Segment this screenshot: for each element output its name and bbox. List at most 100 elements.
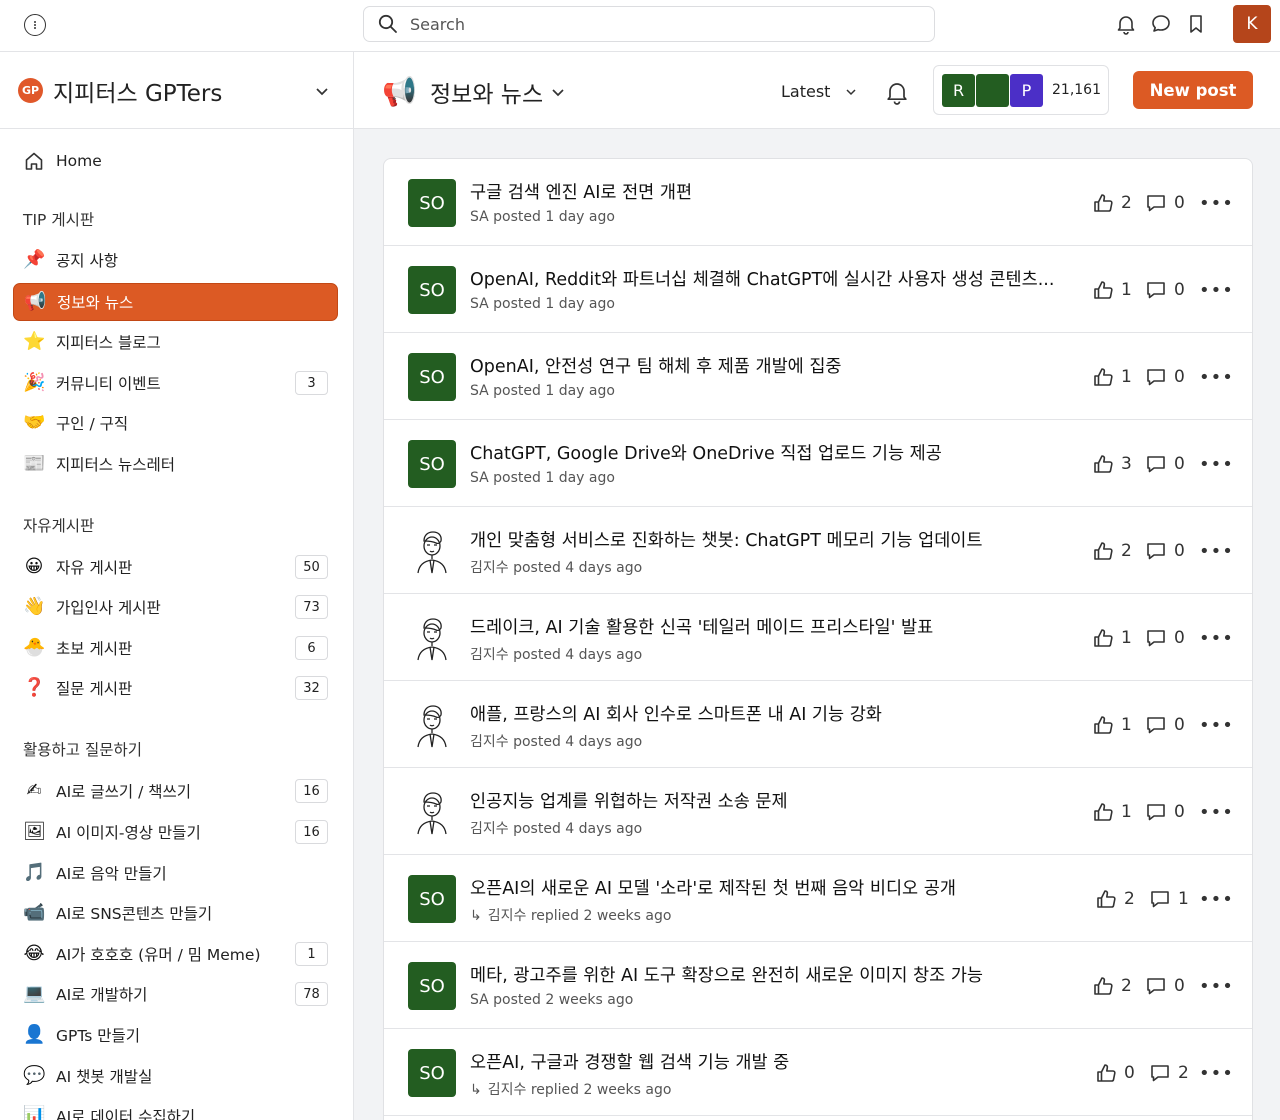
- post-row[interactable]: SO OpenAI, 안전성 연구 팀 해체 후 제품 개발에 집중 SA po…: [384, 333, 1252, 420]
- like-button[interactable]: 1: [1092, 627, 1132, 649]
- notification-bell-icon[interactable]: [1115, 13, 1137, 35]
- author-avatar[interactable]: [408, 701, 456, 749]
- more-options-icon[interactable]: •••: [1199, 193, 1234, 214]
- like-button[interactable]: 2: [1092, 192, 1132, 214]
- post-title[interactable]: OpenAI, 안전성 연구 팀 해체 후 제품 개발에 집중: [470, 353, 1070, 378]
- like-button[interactable]: 2: [1092, 540, 1132, 562]
- post-title[interactable]: 메타, 광고주를 위한 AI 도구 확장으로 완전히 새로운 이미지 창조 가능: [470, 962, 1070, 987]
- community-switcher[interactable]: GP 지피터스 GPTers: [0, 52, 353, 129]
- sidebar-item-news[interactable]: 📢 정보와 뉴스: [13, 283, 338, 321]
- like-button[interactable]: 1: [1092, 714, 1132, 736]
- sidebar-item-notice[interactable]: 📌 공지 사항: [13, 241, 338, 279]
- members-widget[interactable]: R P 21,161: [933, 65, 1109, 115]
- post-title[interactable]: OpenAI, Reddit와 파트너십 체결해 ChatGPT에 실시간 사용…: [470, 266, 1070, 291]
- author-avatar[interactable]: SO: [408, 875, 456, 923]
- comment-button[interactable]: 0: [1145, 714, 1185, 736]
- author-avatar[interactable]: [408, 527, 456, 575]
- post-row[interactable]: 인공지능 업계를 위협하는 저작권 소송 문제 김지수 posted 4 day…: [384, 768, 1252, 855]
- post-title[interactable]: 오픈AI, 구글과 경쟁할 웹 검색 기능 개발 중: [470, 1049, 1070, 1074]
- author-avatar[interactable]: [408, 614, 456, 662]
- sidebar-item-ai-sns[interactable]: 📹 AI로 SNS콘텐츠 만들기: [13, 894, 338, 932]
- comment-button[interactable]: 1: [1149, 888, 1189, 910]
- sidebar-item-free-board[interactable]: 😀 자유 게시판 50: [13, 548, 338, 586]
- more-options-icon[interactable]: •••: [1199, 889, 1234, 910]
- chevron-down-icon[interactable]: [550, 84, 566, 100]
- sidebar-item-ai-humor[interactable]: 😂 AI가 호호호 (유머 / 밈 Meme) 1: [13, 935, 338, 973]
- new-post-button[interactable]: New post: [1133, 71, 1253, 109]
- comment-button[interactable]: 0: [1145, 801, 1185, 823]
- post-row[interactable]: SO 구글 검색 엔진 AI로 전면 개편 SA posted 1 day ag…: [384, 159, 1252, 246]
- post-row[interactable]: SO ChatGPT, Google Drive와 OneDrive 직접 업로…: [384, 420, 1252, 507]
- more-options-icon[interactable]: •••: [1199, 802, 1234, 823]
- author-avatar[interactable]: [408, 788, 456, 836]
- post-title[interactable]: 애플, 프랑스의 AI 회사 인수로 스마트폰 내 AI 기능 강화: [470, 701, 1070, 726]
- sidebar-item-newsletter[interactable]: 📰 지피터스 뉴스레터: [13, 445, 338, 483]
- sidebar-item-data-collection[interactable]: 📊 AI로 데이터 수집하기: [13, 1097, 338, 1120]
- more-options-icon[interactable]: •••: [1199, 541, 1234, 562]
- bookmark-icon[interactable]: [1185, 13, 1207, 35]
- author-avatar[interactable]: SO: [408, 440, 456, 488]
- like-button[interactable]: 3: [1092, 453, 1132, 475]
- sidebar-item-blog[interactable]: ⭐ 지피터스 블로그: [13, 323, 338, 361]
- post-title[interactable]: 인공지능 업계를 위협하는 저작권 소송 문제: [470, 788, 1070, 813]
- author-avatar[interactable]: SO: [408, 1049, 456, 1097]
- comment-button[interactable]: 0: [1145, 540, 1185, 562]
- like-button[interactable]: 2: [1095, 888, 1135, 910]
- comment-button[interactable]: 0: [1145, 453, 1185, 475]
- sidebar-item-jobs[interactable]: 🤝 구인 / 구직: [13, 404, 338, 442]
- sidebar-item-gpts[interactable]: 👤 GPTs 만들기: [13, 1016, 338, 1054]
- sidebar-item-questions[interactable]: ❓ 질문 게시판 32: [13, 669, 338, 707]
- post-title[interactable]: ChatGPT, Google Drive와 OneDrive 직접 업로드 기…: [470, 440, 1070, 465]
- more-options-icon[interactable]: •••: [1199, 280, 1234, 301]
- post-row[interactable]: SO 오픈AI의 새로운 AI 모델 '소라'로 제작된 첫 번째 음악 비디오…: [384, 855, 1252, 942]
- more-options-icon[interactable]: •••: [1199, 628, 1234, 649]
- sidebar-item-home[interactable]: Home: [13, 142, 338, 180]
- sidebar-item-ai-image-video[interactable]: 🖼 AI 이미지-영상 만들기 16: [13, 813, 338, 851]
- sort-dropdown[interactable]: Latest: [781, 82, 830, 101]
- post-row[interactable]: 드레이크, AI 기술 활용한 신곡 '테일러 메이드 프리스타일' 발표 김지…: [384, 594, 1252, 681]
- more-options-icon[interactable]: •••: [1199, 367, 1234, 388]
- comment-button[interactable]: 0: [1145, 627, 1185, 649]
- author-avatar[interactable]: SO: [408, 266, 456, 314]
- notification-bell-icon[interactable]: [884, 79, 910, 105]
- sidebar-item-ai-writing[interactable]: ✍ AI로 글쓰기 / 책쓰기 16: [13, 772, 338, 810]
- sidebar-item-events[interactable]: 🎉 커뮤니티 이벤트 3: [13, 364, 338, 402]
- author-avatar[interactable]: SO: [408, 353, 456, 401]
- post-title[interactable]: 드레이크, AI 기술 활용한 신곡 '테일러 메이드 프리스타일' 발표: [470, 614, 1070, 639]
- sidebar-item-beginner[interactable]: 🐣 초보 게시판 6: [13, 629, 338, 667]
- page-title[interactable]: 정보와 뉴스: [430, 75, 543, 109]
- like-button[interactable]: 2: [1092, 975, 1132, 997]
- post-row[interactable]: 애플, 프랑스의 AI 회사 인수로 스마트폰 내 AI 기능 강화 김지수 p…: [384, 681, 1252, 768]
- comment-button[interactable]: 0: [1145, 279, 1185, 301]
- chat-bubble-icon[interactable]: [1150, 13, 1172, 35]
- post-title[interactable]: 개인 맞춤형 서비스로 진화하는 챗봇: ChatGPT 메모리 기능 업데이트: [470, 527, 1070, 552]
- comment-button[interactable]: 0: [1145, 975, 1185, 997]
- search-input[interactable]: [410, 14, 890, 34]
- comment-button[interactable]: 0: [1145, 192, 1185, 214]
- chevron-down-icon[interactable]: [844, 85, 858, 99]
- like-button[interactable]: 0: [1095, 1062, 1135, 1084]
- post-title[interactable]: 오픈AI의 새로운 AI 모델 '소라'로 제작된 첫 번째 음악 비디오 공개: [470, 875, 1070, 900]
- like-button[interactable]: 1: [1092, 366, 1132, 388]
- sidebar-item-ai-music[interactable]: 🎵 AI로 음악 만들기: [13, 854, 338, 892]
- post-row[interactable]: SO 오픈AI, 구글과 경쟁할 웹 검색 기능 개발 중 ↳ 김지수 repli…: [384, 1029, 1252, 1116]
- app-menu-icon[interactable]: [24, 14, 46, 36]
- sidebar-item-greetings[interactable]: 👋 가입인사 게시판 73: [13, 588, 338, 626]
- author-avatar[interactable]: SO: [408, 962, 456, 1010]
- post-row[interactable]: SO 메타, 광고주를 위한 AI 도구 확장으로 완전히 새로운 이미지 창조…: [384, 942, 1252, 1029]
- comment-button[interactable]: 0: [1145, 366, 1185, 388]
- user-avatar[interactable]: K: [1233, 5, 1271, 43]
- author-avatar[interactable]: SO: [408, 179, 456, 227]
- post-row[interactable]: 개인 맞춤형 서비스로 진화하는 챗봇: ChatGPT 메모리 기능 업데이트…: [384, 507, 1252, 594]
- comment-button[interactable]: 2: [1149, 1062, 1189, 1084]
- search-box[interactable]: [363, 6, 935, 42]
- sidebar-item-ai-dev[interactable]: 💻 AI로 개발하기 78: [13, 975, 338, 1013]
- post-row[interactable]: SO OpenAI, Reddit와 파트너십 체결해 ChatGPT에 실시간…: [384, 246, 1252, 333]
- more-options-icon[interactable]: •••: [1199, 715, 1234, 736]
- sidebar-item-chatbot-dev[interactable]: 💬 AI 챗봇 개발실: [13, 1057, 338, 1095]
- like-button[interactable]: 1: [1092, 279, 1132, 301]
- more-options-icon[interactable]: •••: [1199, 1063, 1234, 1084]
- more-options-icon[interactable]: •••: [1199, 454, 1234, 475]
- more-options-icon[interactable]: •••: [1199, 976, 1234, 997]
- like-button[interactable]: 1: [1092, 801, 1132, 823]
